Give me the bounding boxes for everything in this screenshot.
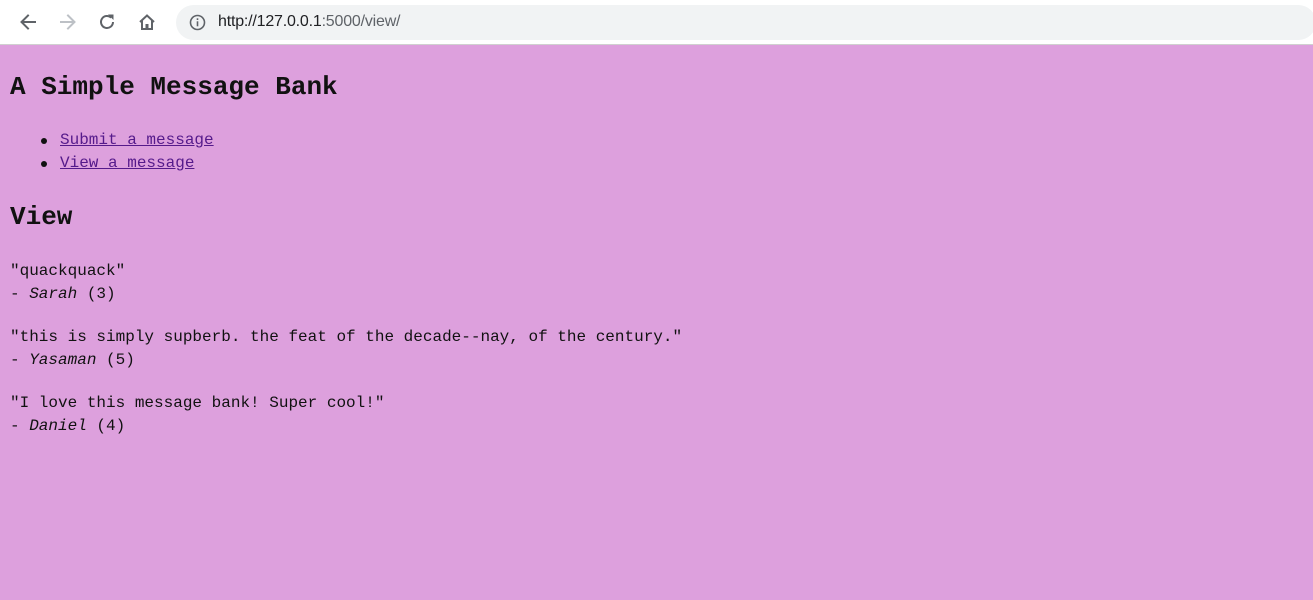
message-id: (4) bbox=[86, 417, 126, 435]
submit-message-link[interactable]: Submit a message bbox=[60, 131, 214, 149]
section-title: View bbox=[10, 202, 73, 232]
page-content: A Simple Message Bank Submit a message V… bbox=[0, 46, 1313, 600]
message-item: "I love this message bank! Super cool!" … bbox=[10, 392, 682, 438]
reload-button[interactable] bbox=[93, 8, 121, 36]
message-text: "this is simply supberb. the feat of the… bbox=[10, 328, 683, 346]
message-item: "this is simply supberb. the feat of the… bbox=[10, 326, 682, 372]
bullet-icon bbox=[41, 138, 47, 144]
view-message-link[interactable]: View a message bbox=[60, 154, 194, 172]
message-list: "quackquack" - Sarah (3) "this is simply… bbox=[10, 260, 682, 458]
author-handle: Yasaman bbox=[29, 351, 97, 369]
author-dash: - bbox=[10, 351, 30, 369]
url-host: http://127.0.0.1 bbox=[218, 13, 322, 30]
message-id: (3) bbox=[77, 285, 116, 303]
info-icon[interactable] bbox=[189, 14, 206, 31]
author-dash: - bbox=[10, 285, 30, 303]
message-text: "I love this message bank! Super cool!" bbox=[10, 394, 385, 412]
back-button[interactable] bbox=[14, 8, 42, 36]
nav-item-view: View a message bbox=[41, 152, 214, 175]
home-button[interactable] bbox=[133, 8, 161, 36]
address-bar[interactable]: http://127.0.0.1:5000/view/ bbox=[176, 5, 1313, 40]
message-author: - Daniel (4) bbox=[10, 415, 682, 438]
browser-toolbar: http://127.0.0.1:5000/view/ bbox=[0, 0, 1313, 45]
reload-icon bbox=[100, 14, 114, 29]
message-author: - Sarah (3) bbox=[10, 283, 682, 306]
back-arrow-icon bbox=[20, 14, 36, 30]
url-text[interactable]: http://127.0.0.1:5000/view/ bbox=[218, 13, 401, 31]
site-nav: Submit a message View a message bbox=[41, 129, 214, 175]
forward-arrow-icon bbox=[60, 14, 76, 30]
message-item: "quackquack" - Sarah (3) bbox=[10, 260, 682, 306]
message-id: (5) bbox=[96, 351, 135, 369]
author-dash: - bbox=[10, 417, 30, 435]
author-handle: Daniel bbox=[29, 417, 87, 435]
message-text: "quackquack" bbox=[10, 262, 126, 280]
url-path: :5000/view/ bbox=[321, 13, 401, 30]
forward-button[interactable] bbox=[54, 8, 82, 36]
home-icon bbox=[139, 14, 155, 30]
message-author: - Yasaman (5) bbox=[10, 349, 682, 372]
author-handle: Sarah bbox=[29, 285, 78, 303]
page-title: A Simple Message Bank bbox=[10, 72, 338, 102]
nav-item-submit: Submit a message bbox=[41, 129, 214, 152]
bullet-icon bbox=[41, 161, 47, 167]
